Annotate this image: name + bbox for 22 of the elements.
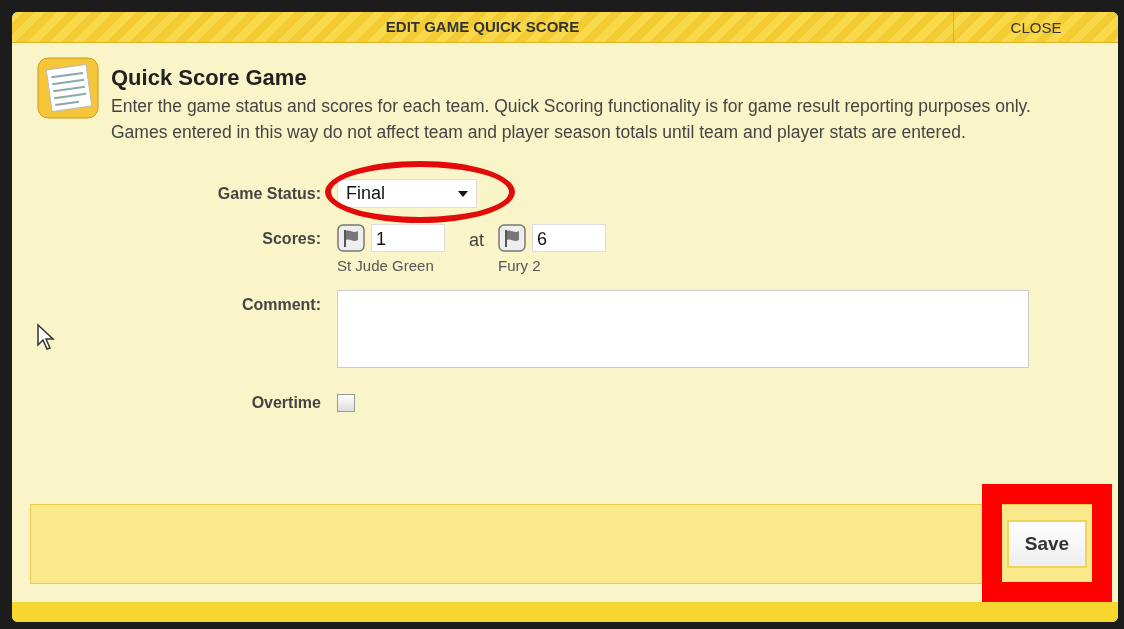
mouse-pointer-icon: [36, 323, 56, 351]
field-label: Comment:: [240, 296, 322, 314]
team-name: St Jude Green: [337, 257, 435, 274]
dialog-title: EDIT GAME QUICK SCORE: [384, 17, 581, 37]
caret-icon: [458, 190, 468, 197]
field-label: Overtime: [250, 394, 322, 412]
score-input[interactable]: 6: [532, 224, 606, 252]
score-input[interactable]: 1: [371, 224, 445, 252]
overtime-checkbox[interactable]: [337, 394, 355, 412]
dialog-heading: Quick Score Game: [111, 65, 308, 91]
flag-icon[interactable]: [498, 224, 526, 252]
separator-text: at: [469, 230, 484, 251]
save-button[interactable]: Save: [1007, 520, 1087, 568]
team-name: Fury 2: [498, 257, 542, 274]
scoresheet-icon: [37, 57, 99, 119]
field-label: Scores:: [261, 230, 322, 248]
status-dropdown[interactable]: Final: [337, 179, 477, 208]
flag-icon[interactable]: [337, 224, 365, 252]
description-text: Enter the game status and scores for each team. Quick Scoring functionality is for game result reporting purposes only. Games entered in this way do not affect team and player season totals until team and player stats are entered.: [111, 95, 1032, 144]
comment-input[interactable]: [337, 290, 1029, 368]
close-button[interactable]: CLOSE: [953, 12, 1118, 42]
field-label: Game Status:: [216, 184, 322, 203]
